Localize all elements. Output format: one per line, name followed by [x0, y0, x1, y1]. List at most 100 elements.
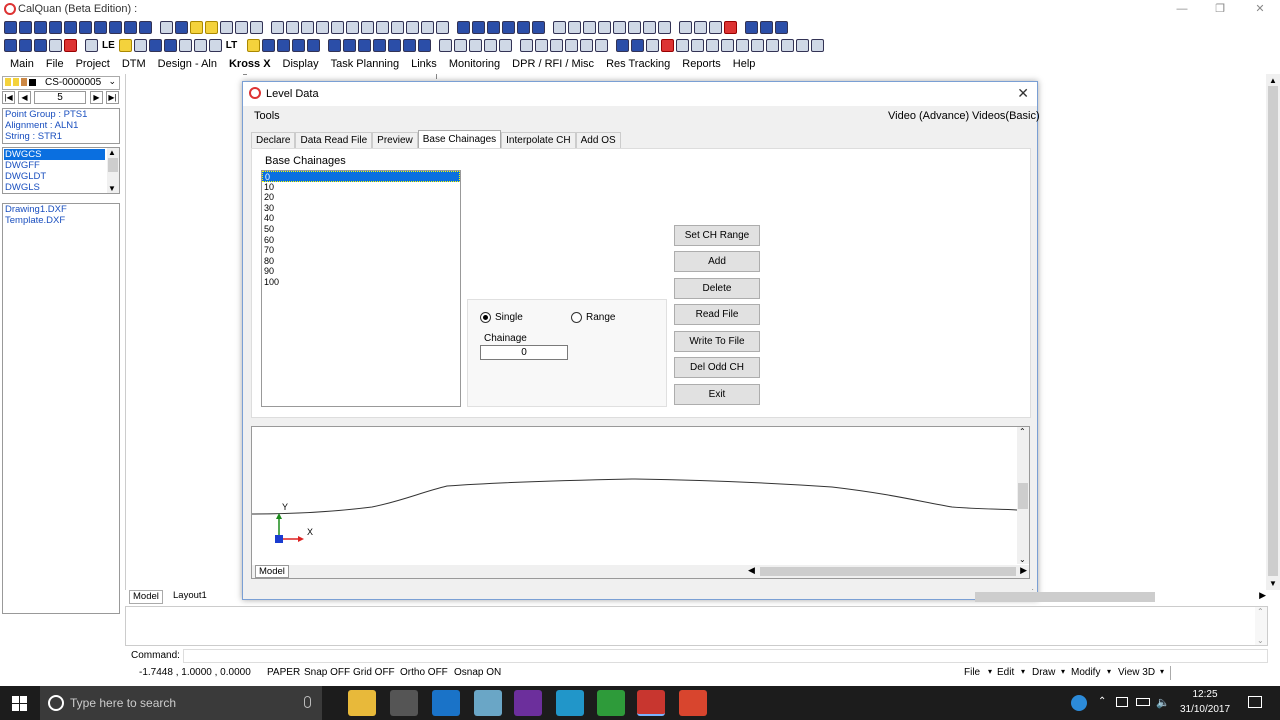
tab-layout1[interactable]: Layout1 — [170, 590, 210, 602]
grid-toggle[interactable]: Grid OFF — [353, 667, 395, 678]
chevron-right-icon[interactable]: ▶ — [1259, 590, 1266, 601]
cut-icon[interactable] — [760, 21, 773, 34]
insert-icon[interactable] — [220, 21, 233, 34]
leader-icon[interactable] — [436, 21, 449, 34]
list-item[interactable]: DWGCS — [4, 149, 105, 160]
list-item[interactable]: 0 — [262, 171, 460, 182]
next-page-button[interactable]: ▶ — [90, 91, 103, 104]
zoom-all-icon[interactable] — [403, 39, 417, 52]
copy-icon[interactable] — [49, 21, 62, 34]
menu-display[interactable]: Display — [277, 56, 325, 72]
snap-endpoint-icon[interactable] — [553, 21, 566, 34]
tab-data-read-file[interactable]: Data Read File — [295, 132, 373, 148]
attribute-icon[interactable] — [235, 21, 248, 34]
layers-icon[interactable] — [85, 39, 98, 52]
battery-icon[interactable] — [1136, 698, 1150, 706]
chevron-up-icon[interactable]: ⌃ — [1257, 607, 1264, 616]
radio-single[interactable] — [480, 312, 491, 323]
list-item[interactable]: DWGLDT — [5, 171, 46, 182]
osnap-toggle[interactable]: Osnap ON — [454, 667, 501, 678]
menu-kross-x[interactable]: Kross X — [223, 56, 277, 72]
ortho-icon[interactable] — [694, 21, 707, 34]
paste-icon[interactable] — [64, 21, 77, 34]
read-file-button[interactable]: Read File — [674, 304, 760, 325]
main-horizontal-scroll-thumb[interactable] — [975, 592, 1155, 602]
help-icon[interactable] — [1071, 695, 1087, 711]
ortho-toggle[interactable]: Ortho OFF — [400, 667, 448, 678]
chevron-up-icon[interactable]: ⌃ — [1019, 427, 1026, 436]
move-icon[interactable] — [79, 21, 92, 34]
undo-icon[interactable] — [292, 39, 306, 52]
explode-icon[interactable] — [499, 39, 513, 52]
snap-toggle[interactable]: Snap OFF — [304, 667, 350, 678]
first-page-button[interactable]: |◀ — [2, 91, 15, 104]
scale-icon[interactable] — [124, 21, 137, 34]
set-ch-range-button[interactable]: Set CH Range — [674, 225, 760, 246]
polyline-icon[interactable] — [301, 21, 314, 34]
open-icon[interactable] — [19, 21, 32, 34]
list-item[interactable]: 100 — [262, 277, 460, 288]
microphone-icon[interactable] — [304, 696, 311, 708]
block-icon[interactable] — [205, 21, 218, 34]
status-menu-modify[interactable]: Modify — [1071, 667, 1100, 678]
ellipse-icon[interactable] — [361, 21, 374, 34]
grid-icon[interactable] — [439, 39, 453, 52]
text-style-icon[interactable] — [148, 39, 162, 52]
region-icon[interactable] — [751, 39, 765, 52]
chevron-right-icon[interactable]: ▶ — [1020, 565, 1027, 576]
scroll-thumb[interactable] — [108, 158, 118, 172]
list-item[interactable]: 80 — [262, 256, 460, 267]
trim-icon[interactable] — [472, 21, 485, 34]
snap-intersection-icon[interactable] — [613, 21, 626, 34]
profile-preview[interactable]: Y X ⌃ ⌄ Model ◀ ▶ — [251, 426, 1030, 579]
chevron-left-icon[interactable]: ◀ — [748, 565, 755, 576]
cs-select[interactable]: CS-0000005 ⌄ — [2, 76, 120, 90]
print-preview-icon[interactable] — [208, 39, 222, 52]
menu-videos-basic[interactable]: Videos(Basic) — [972, 110, 1040, 122]
dimension-icon[interactable] — [421, 21, 434, 34]
text-cursor-icon[interactable] — [520, 39, 534, 52]
layer-icon[interactable] — [190, 21, 203, 34]
chevron-down-icon[interactable]: ⌄ — [1019, 555, 1026, 564]
dialog-close-icon[interactable]: ✕ — [1017, 85, 1029, 102]
snap-midpoint-icon[interactable] — [568, 21, 581, 34]
stretch-icon[interactable] — [550, 39, 564, 52]
hatch-icon[interactable] — [250, 21, 263, 34]
distance-icon[interactable] — [781, 39, 795, 52]
preview-vertical-scrollbar[interactable]: ⌃ ⌄ — [1017, 427, 1029, 564]
tab-add-os[interactable]: Add OS — [575, 132, 621, 148]
print-icon[interactable] — [49, 39, 62, 52]
line-icon[interactable] — [286, 21, 299, 34]
style-icon[interactable] — [811, 39, 825, 52]
camtasia-icon[interactable] — [597, 690, 625, 716]
properties-icon[interactable] — [745, 21, 758, 34]
menu-tools[interactable]: Tools — [254, 110, 280, 122]
list-item[interactable]: Drawing1.DXF — [5, 204, 119, 215]
arc-icon[interactable] — [331, 21, 344, 34]
snap-center-icon[interactable] — [583, 21, 596, 34]
edge-icon[interactable] — [432, 690, 460, 716]
group-icon[interactable] — [484, 39, 498, 52]
chevron-up-icon[interactable]: ▲ — [1269, 76, 1277, 85]
command-input[interactable] — [183, 649, 1268, 663]
minimize-button[interactable]: — — [1162, 0, 1202, 19]
teamviewer-icon[interactable] — [556, 690, 584, 716]
refresh-icon[interactable] — [616, 39, 630, 52]
store-icon[interactable] — [390, 690, 418, 716]
magnet-icon[interactable] — [163, 39, 177, 52]
list-item[interactable]: 10 — [262, 182, 460, 193]
paper-toggle[interactable]: PAPER — [267, 667, 300, 678]
snap-perpendicular-icon[interactable] — [598, 21, 611, 34]
close-button[interactable]: ✕ — [1240, 0, 1280, 19]
delete-button[interactable]: Delete — [674, 278, 760, 299]
osnap-icon[interactable] — [709, 21, 722, 34]
list-item[interactable]: 90 — [262, 266, 460, 277]
chainage-list[interactable]: 0 10 20 30 40 50 60 70 80 90 100 — [261, 170, 461, 407]
le-icon[interactable]: LE — [100, 39, 117, 52]
tab-base-chainages[interactable]: Base Chainages — [417, 130, 502, 148]
new-icon[interactable] — [4, 21, 17, 34]
scroll-thumb[interactable] — [1268, 86, 1278, 576]
menu-res-tracking[interactable]: Res Tracking — [600, 56, 676, 72]
point-icon[interactable] — [271, 21, 284, 34]
regen-icon[interactable] — [631, 39, 645, 52]
